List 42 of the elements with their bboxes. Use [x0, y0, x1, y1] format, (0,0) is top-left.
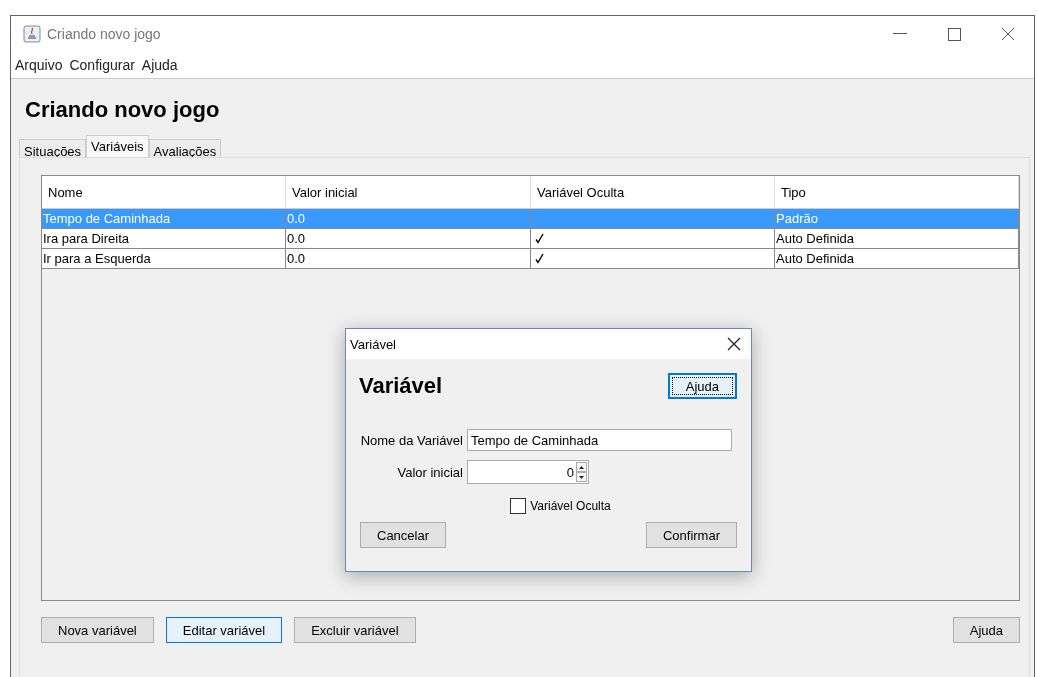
field-label: Valor inicial [396, 464, 464, 480]
column-header[interactable]: Tipo [775, 176, 1019, 208]
menu-item[interactable]: Arquivo [15, 57, 63, 73]
help-button[interactable]: Ajuda [952, 617, 1020, 643]
table-cell: Ir para a Esquerda [42, 249, 286, 268]
field-label: Nome da Variável [359, 432, 464, 448]
checkbox-label: Variável Oculta [530, 499, 611, 513]
window-title: Criando novo jogo [47, 26, 162, 42]
app-icon [23, 25, 41, 43]
table-cell: 0.0 [286, 209, 531, 228]
table-cell-text: Padrão [775, 210, 819, 228]
column-header[interactable]: Valor inicial [286, 176, 531, 208]
column-header[interactable]: Variável Oculta [531, 176, 775, 208]
action-button[interactable]: Excluir variável [294, 617, 416, 643]
help-button[interactable]: Ajuda [667, 373, 737, 399]
tab[interactable]: Avaliações [148, 139, 222, 157]
column-header[interactable]: Nome [42, 176, 286, 208]
table-cell: 0.0 [286, 229, 531, 248]
page-heading: Criando novo jogo [25, 97, 220, 123]
table-row[interactable]: Ir para a Esquerda 0.0 Auto Definida [42, 249, 1019, 269]
maximize-icon[interactable] [947, 27, 961, 41]
close-icon[interactable] [1001, 27, 1015, 41]
table-cell: 0.0 [286, 249, 531, 268]
tab[interactable]: Situações [19, 139, 87, 157]
dialog-title: Variável [350, 336, 397, 352]
menu-item[interactable]: Ajuda [141, 57, 178, 73]
table-cell-text: Auto Definida [775, 230, 856, 248]
action-button[interactable]: Editar variável [165, 617, 283, 643]
cancel-button[interactable]: Cancelar [360, 522, 447, 548]
table-row[interactable]: Ira para Direita 0.0 Auto Definida [42, 229, 1019, 249]
menu-item[interactable]: Configurar [69, 57, 135, 73]
table-cell-text: Auto Definida [775, 250, 856, 268]
action-button[interactable]: Nova variável [41, 617, 154, 643]
table-cell: Ira para Direita [42, 229, 286, 248]
name-field[interactable]: Tempo de Caminhada [467, 429, 732, 451]
dialog-heading: Variável [359, 373, 443, 399]
table-cell: Tempo de Caminhada [42, 209, 286, 228]
confirm-button[interactable]: Confirmar [645, 522, 737, 548]
minimize-icon[interactable] [893, 33, 907, 35]
tab[interactable]: Variáveis [86, 135, 149, 157]
checkbox[interactable] [510, 498, 527, 514]
close-icon[interactable] [727, 337, 741, 351]
